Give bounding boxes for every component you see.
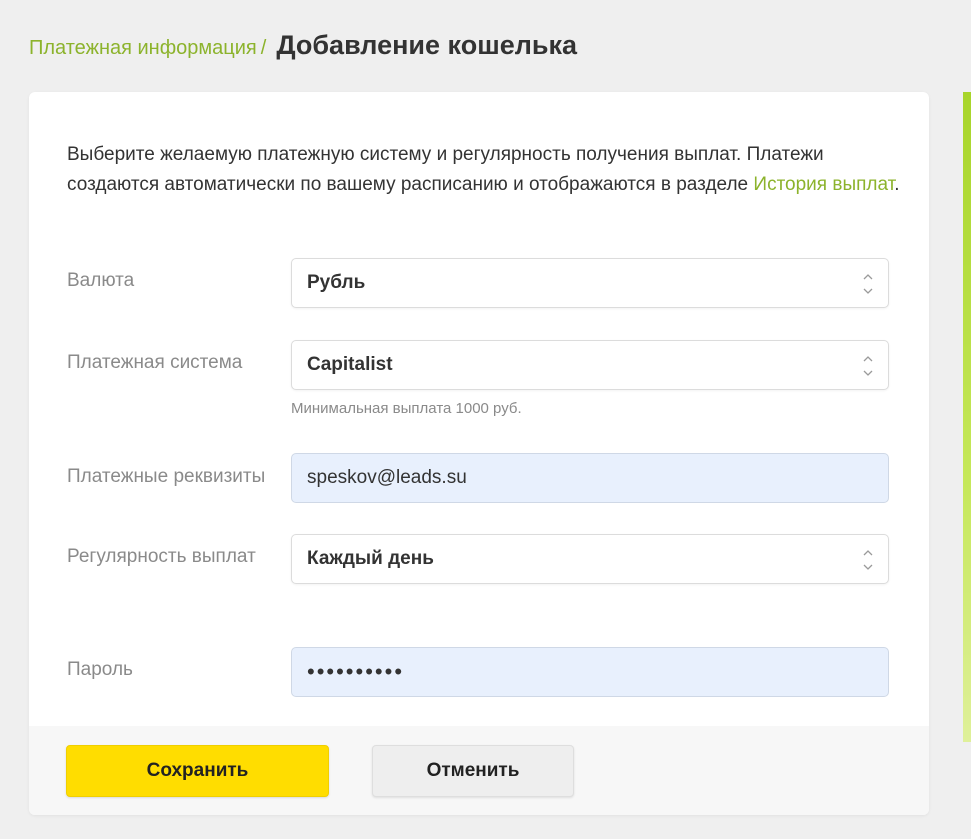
- payout-frequency-value: Каждый день: [307, 548, 434, 569]
- payout-frequency-select[interactable]: Каждый день: [291, 534, 889, 584]
- payment-system-label: Платежная система: [67, 352, 243, 373]
- payment-system-select[interactable]: Capitalist: [291, 340, 889, 390]
- breadcrumb: Платежная информация / Добавление кошель…: [29, 30, 577, 61]
- payment-details-label: Платежные реквизиты: [67, 466, 266, 487]
- intro-suffix: .: [894, 174, 900, 195]
- intro-body: Выберите желаемую платежную систему и ре…: [67, 144, 824, 195]
- payout-history-link[interactable]: История выплат: [753, 174, 894, 195]
- password-label: Пароль: [67, 659, 133, 680]
- chevron-up-down-icon: [863, 550, 873, 570]
- password-input[interactable]: ••••••••••: [291, 647, 889, 697]
- payment-system-value: Capitalist: [307, 354, 393, 375]
- min-payout-hint: Минимальная выплата 1000 руб.: [291, 400, 522, 417]
- payout-frequency-label: Регулярность выплат: [67, 546, 256, 567]
- form-footer: Сохранить Отменить: [29, 726, 929, 815]
- save-button[interactable]: Сохранить: [66, 745, 329, 797]
- breadcrumb-link-payment-info[interactable]: Платежная информация: [29, 37, 257, 60]
- intro-text: Выберите желаемую платежную систему и ре…: [67, 140, 907, 200]
- breadcrumb-separator: /: [260, 37, 267, 59]
- chevron-up-down-icon: [863, 274, 873, 294]
- chevron-up-down-icon: [863, 356, 873, 376]
- wallet-form-card: Выберите желаемую платежную систему и ре…: [29, 92, 929, 815]
- payment-details-value: speskov@leads.su: [307, 467, 467, 488]
- payment-details-input[interactable]: speskov@leads.su: [291, 453, 889, 503]
- password-value: ••••••••••: [307, 659, 405, 684]
- page-title: Добавление кошелька: [276, 30, 577, 60]
- currency-select[interactable]: Рубль: [291, 258, 889, 308]
- side-decoration: [963, 92, 971, 742]
- currency-value: Рубль: [307, 272, 366, 293]
- currency-label: Валюта: [67, 270, 135, 291]
- cancel-button[interactable]: Отменить: [372, 745, 574, 797]
